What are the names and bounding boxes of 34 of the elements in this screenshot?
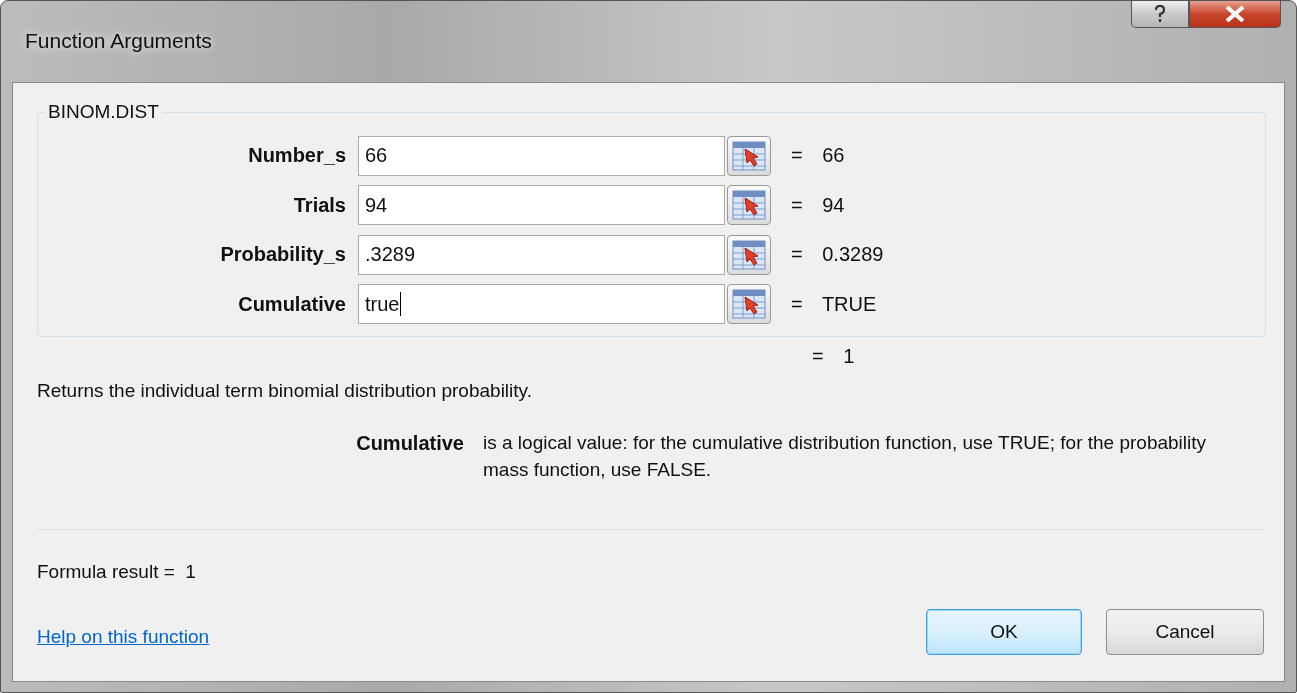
help-link[interactable]: Help on this function [37, 626, 210, 648]
close-icon [1225, 6, 1245, 22]
argument-field[interactable]: .3289 [358, 234, 725, 275]
argument-result: = 0.3289 [790, 243, 885, 267]
range-select-button[interactable] [727, 135, 771, 176]
window-title: Function Arguments [25, 29, 212, 53]
function-result: = 1 [812, 345, 856, 368]
argument-result: = 94 [790, 193, 846, 217]
range-select-icon [732, 239, 766, 270]
range-select-icon [732, 140, 766, 171]
range-select-button[interactable] [727, 234, 771, 275]
formula-result: Formula result = 1 [37, 561, 197, 583]
cancel-button[interactable]: Cancel [1106, 609, 1264, 655]
help-button[interactable] [1131, 1, 1189, 28]
argument-result: = 66 [790, 144, 846, 168]
help-icon [1154, 5, 1166, 23]
function-description: Returns the individual term binomial distribution probability. [37, 380, 533, 402]
range-select-button[interactable] [727, 185, 771, 226]
function-name: BINOM.DIST [47, 101, 160, 123]
argument-field[interactable]: 94 [358, 185, 725, 226]
argument-label: Cumulative [237, 292, 347, 316]
argument-field[interactable]: 66 [358, 135, 725, 176]
argument-label: Number_s [247, 144, 347, 168]
range-select-icon [732, 289, 766, 320]
argument-result: = TRUE [790, 292, 878, 316]
range-select-icon [732, 190, 766, 221]
argument-help-label: Cumulative [355, 432, 464, 456]
ok-button[interactable]: OK [926, 609, 1082, 655]
argument-label: Trials [292, 193, 347, 217]
argument-field[interactable]: true [358, 284, 725, 325]
range-select-button[interactable] [727, 284, 771, 325]
close-button[interactable] [1189, 1, 1281, 28]
argument-help-text: is a logical value: for the cumulative distribution function, use TRUE; for the probability mass function, use FALSE. [483, 431, 1208, 482]
argument-label: Probability_s [219, 243, 347, 267]
